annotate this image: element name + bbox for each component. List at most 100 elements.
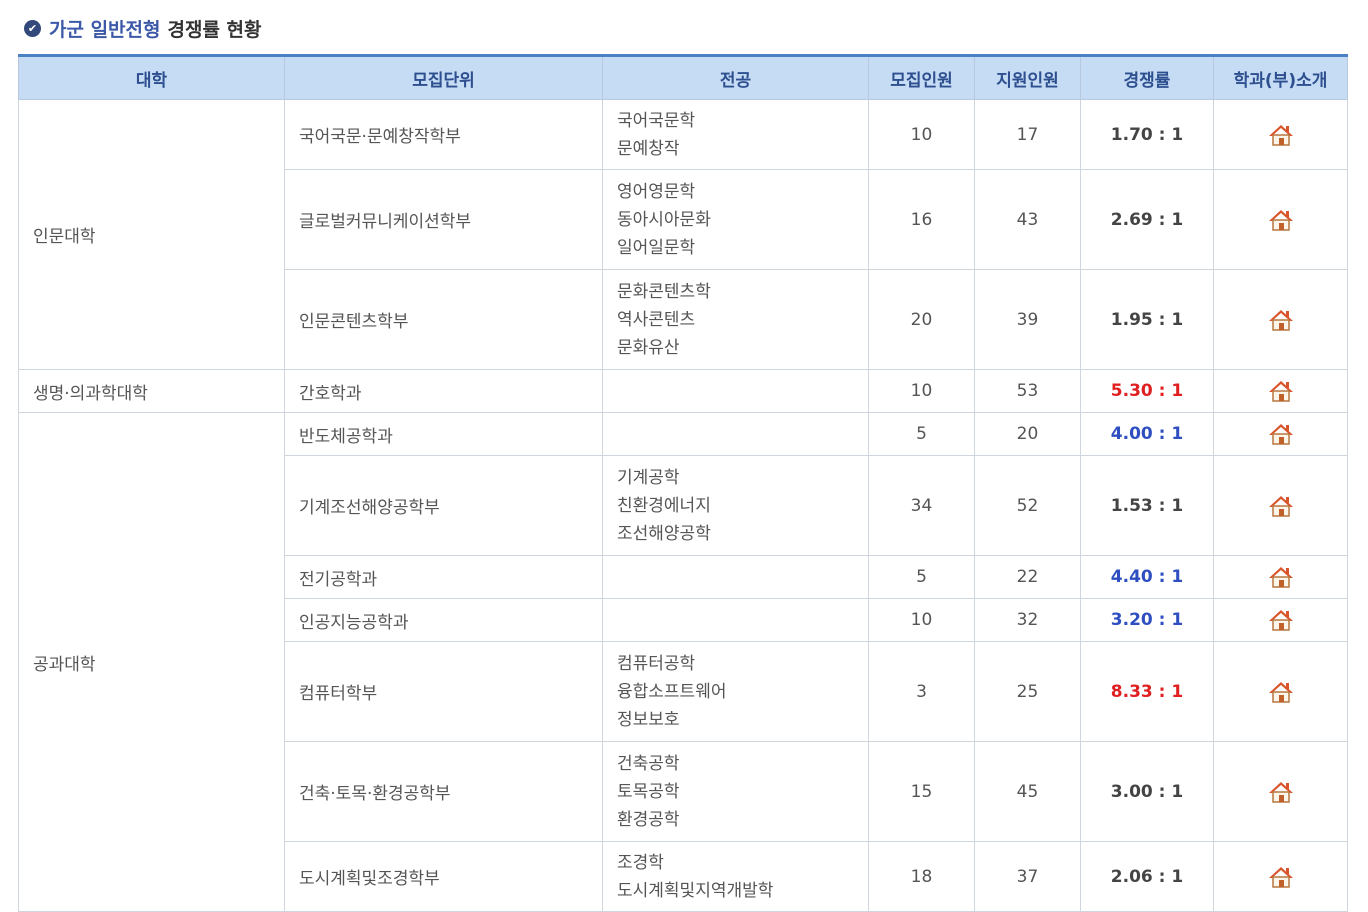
ratio-cell: 2.69 : 1 bbox=[1080, 169, 1214, 270]
table-row: 공과대학 반도체공학과 5 20 4.00 : 1 bbox=[18, 412, 1348, 912]
major-item: 영어영문학 bbox=[617, 181, 696, 202]
header-quota: 모집인원 bbox=[868, 55, 975, 100]
section-title-highlight: 가군 일반전형 bbox=[49, 18, 161, 41]
home-icon[interactable] bbox=[1268, 308, 1294, 332]
major-item: 융합소프트웨어 bbox=[617, 681, 727, 702]
ratio-cell: 4.00 : 1 bbox=[1080, 412, 1214, 456]
table-row: 인문대학 국어국문·문예창작학부 국어국문학 문예창작 10 17 1.70 : 1 bbox=[18, 99, 1348, 370]
section-title: ✔ 가군 일반전형 경쟁률 현황 bbox=[24, 14, 262, 42]
ratio-cell: 1.70 : 1 bbox=[1080, 99, 1214, 170]
unit-cell: 인공지능공학과 bbox=[284, 598, 603, 642]
major-item: 일어일문학 bbox=[617, 237, 696, 258]
applicants-cell: 32 bbox=[974, 598, 1081, 642]
home-icon[interactable] bbox=[1268, 123, 1294, 147]
applicants-cell: 53 bbox=[974, 369, 1081, 413]
home-icon[interactable] bbox=[1268, 379, 1294, 403]
header-unit: 모집단위 bbox=[284, 55, 603, 100]
major-item: 정보보호 bbox=[617, 709, 680, 730]
major-item: 도시계획및지역개발학 bbox=[617, 880, 774, 901]
dept-intro-cell bbox=[1213, 99, 1348, 170]
major-item: 동아시아문화 bbox=[617, 209, 711, 230]
applicants-cell: 20 bbox=[974, 412, 1081, 456]
quota-cell: 5 bbox=[868, 412, 975, 456]
unit-cell: 기계조선해양공학부 bbox=[284, 455, 603, 556]
unit-cell: 전기공학과 bbox=[284, 555, 603, 599]
unit-cell: 글로벌커뮤니케이션학부 bbox=[284, 169, 603, 270]
unit-cell: 반도체공학과 bbox=[284, 412, 603, 456]
home-icon[interactable] bbox=[1268, 208, 1294, 232]
major-cell: 문화콘텐츠학역사콘텐츠문화유산 bbox=[602, 269, 869, 370]
quota-cell: 10 bbox=[868, 598, 975, 642]
section-title-text: 경쟁률 현황 bbox=[167, 18, 262, 41]
header-major: 전공 bbox=[602, 55, 869, 100]
ratio-cell: 2.06 : 1 bbox=[1080, 841, 1214, 912]
major-item: 조선해양공학 bbox=[617, 523, 711, 544]
header-college: 대학 bbox=[18, 55, 285, 100]
dept-intro-cell bbox=[1213, 641, 1348, 742]
major-cell: 국어국문학 문예창작 bbox=[602, 99, 869, 170]
dept-intro-cell bbox=[1213, 598, 1348, 642]
check-circle-icon: ✔ bbox=[24, 19, 41, 37]
dept-intro-cell bbox=[1213, 455, 1348, 556]
ratio-cell: 4.40 : 1 bbox=[1080, 555, 1214, 599]
applicants-cell: 37 bbox=[974, 841, 1081, 912]
quota-cell: 10 bbox=[868, 99, 975, 170]
dept-intro-cell bbox=[1213, 369, 1348, 413]
applicants-cell: 17 bbox=[974, 99, 1081, 170]
major-cell: 컴퓨터공학융합소프트웨어정보보호 bbox=[602, 641, 869, 742]
table-header-row: 대학 모집단위 전공 모집인원 지원인원 경쟁률 학과(부)소개 bbox=[18, 55, 1348, 100]
dept-intro-cell bbox=[1213, 169, 1348, 270]
quota-cell: 5 bbox=[868, 555, 975, 599]
home-icon[interactable] bbox=[1268, 680, 1294, 704]
home-icon[interactable] bbox=[1268, 608, 1294, 632]
applicants-cell: 52 bbox=[974, 455, 1081, 556]
unit-cell: 건축·토목·환경공학부 bbox=[284, 741, 603, 842]
unit-cell: 컴퓨터학부 bbox=[284, 641, 603, 742]
table-row: 생명·의과학대학 간호학과 10 53 5.30 : 1 bbox=[18, 369, 1348, 413]
major-item: 기계공학 bbox=[617, 467, 680, 488]
major-item: 문화콘텐츠학 bbox=[617, 281, 711, 302]
dept-intro-cell bbox=[1213, 841, 1348, 912]
college-cell: 공과대학 bbox=[18, 412, 285, 912]
home-icon[interactable] bbox=[1268, 422, 1294, 446]
unit-cell: 인문콘텐츠학부 bbox=[284, 269, 603, 370]
major-item: 조경학 bbox=[617, 852, 664, 873]
unit-cell: 간호학과 bbox=[284, 369, 603, 413]
major-item: 문예창작 bbox=[617, 138, 680, 159]
home-icon[interactable] bbox=[1268, 865, 1294, 889]
major-cell: 영어영문학동아시아문화일어일문학 bbox=[602, 169, 869, 270]
major-cell bbox=[602, 555, 869, 599]
major-cell: 기계공학 친환경에너지 조선해양공학 bbox=[602, 455, 869, 556]
major-cell: 건축공학 토목공학 환경공학 bbox=[602, 741, 869, 842]
applicants-cell: 22 bbox=[974, 555, 1081, 599]
major-item: 토목공학 bbox=[617, 781, 680, 802]
home-icon[interactable] bbox=[1268, 494, 1294, 518]
major-item: 환경공학 bbox=[617, 809, 680, 830]
applicants-cell: 43 bbox=[974, 169, 1081, 270]
major-cell bbox=[602, 598, 869, 642]
competition-table: 대학 모집단위 전공 모집인원 지원인원 경쟁률 학과(부)소개 인문대학 국어국… bbox=[18, 54, 1348, 912]
ratio-cell: 1.53 : 1 bbox=[1080, 455, 1214, 556]
ratio-cell: 1.95 : 1 bbox=[1080, 269, 1214, 370]
unit-cell: 도시계획및조경학부 bbox=[284, 841, 603, 912]
college-cell: 인문대학 bbox=[18, 99, 285, 370]
major-cell bbox=[602, 412, 869, 456]
applicants-cell: 45 bbox=[974, 741, 1081, 842]
quota-cell: 15 bbox=[868, 741, 975, 842]
home-icon[interactable] bbox=[1268, 780, 1294, 804]
college-cell: 생명·의과학대학 bbox=[18, 369, 285, 413]
dept-intro-cell bbox=[1213, 269, 1348, 370]
major-item: 역사콘텐츠 bbox=[617, 309, 696, 330]
ratio-cell: 3.20 : 1 bbox=[1080, 598, 1214, 642]
ratio-cell: 3.00 : 1 bbox=[1080, 741, 1214, 842]
major-cell: 조경학도시계획및지역개발학 bbox=[602, 841, 869, 912]
home-icon[interactable] bbox=[1268, 565, 1294, 589]
dept-intro-cell bbox=[1213, 412, 1348, 456]
major-item: 문화유산 bbox=[617, 337, 680, 358]
applicants-cell: 39 bbox=[974, 269, 1081, 370]
header-dept-intro: 학과(부)소개 bbox=[1213, 55, 1348, 100]
unit-cell: 국어국문·문예창작학부 bbox=[284, 99, 603, 170]
applicants-cell: 25 bbox=[974, 641, 1081, 742]
ratio-cell: 8.33 : 1 bbox=[1080, 641, 1214, 742]
major-item: 컴퓨터공학 bbox=[617, 653, 696, 674]
